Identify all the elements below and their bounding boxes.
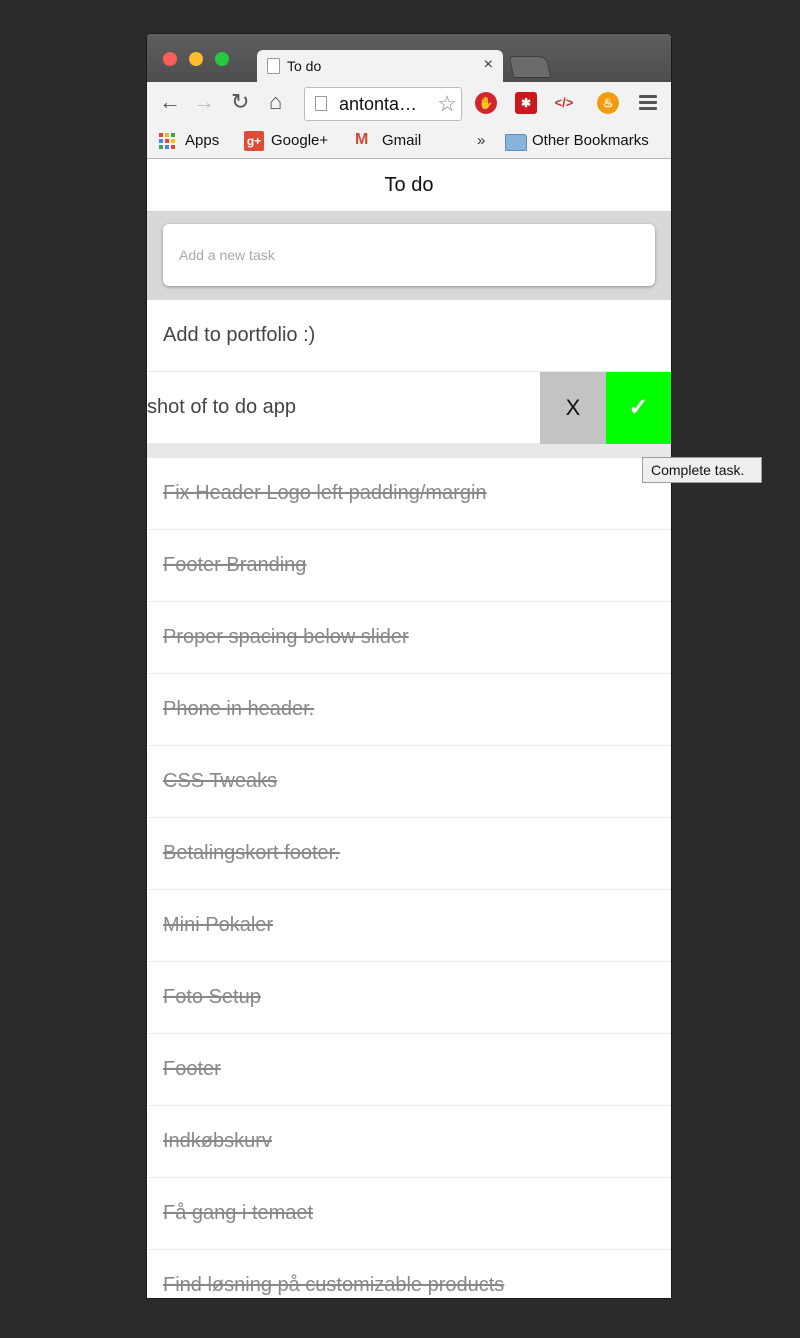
- task-item[interactable]: Add to portfolio :): [147, 300, 671, 372]
- completed-task-item[interactable]: Footer Branding: [147, 530, 671, 602]
- page-title: To do: [384, 174, 434, 196]
- task-label: shot of to do app: [147, 396, 297, 418]
- complete-task-button[interactable]: ✓: [606, 372, 671, 444]
- completed-task-label: Betalingskort footer.: [163, 842, 340, 864]
- browser-window: To do × ← → ↻ ⌂ antonta… ☆ ✋ ✱ </> ♨ App…: [147, 34, 671, 1298]
- bookmark-google-plus[interactable]: Google+: [271, 132, 328, 149]
- page-icon: [267, 58, 280, 74]
- completed-task-label: Foto Setup: [163, 986, 261, 1008]
- home-icon[interactable]: ⌂: [269, 90, 282, 114]
- browser-toolbar: ← → ↻ ⌂ antonta… ☆ ✋ ✱ </> ♨: [147, 82, 671, 124]
- google-plus-icon[interactable]: g+: [244, 131, 264, 151]
- bookmark-star-icon[interactable]: ☆: [437, 91, 457, 117]
- tooltip: Complete task.: [642, 457, 762, 483]
- completed-task-label: Phone in header.: [163, 698, 315, 720]
- completed-task-item[interactable]: CSS Tweaks: [147, 746, 671, 818]
- bookmark-gmail[interactable]: Gmail: [382, 132, 421, 149]
- completed-task-item[interactable]: Indkøbskurv: [147, 1106, 671, 1178]
- gmail-icon[interactable]: M: [355, 131, 368, 149]
- completed-task-item[interactable]: Phone in header.: [147, 674, 671, 746]
- task-item-swiped[interactable]: shot of to do app X ✓: [147, 372, 671, 444]
- address-text: antonta…: [339, 94, 418, 114]
- completed-task-item[interactable]: Få gang i temaet: [147, 1178, 671, 1250]
- app-header: To do: [147, 159, 671, 212]
- completed-task-label: Mini Pokaler: [163, 914, 274, 936]
- tab-close-icon[interactable]: ×: [484, 56, 493, 74]
- task-label: Add to portfolio :): [163, 324, 316, 346]
- more-bookmarks-chevron[interactable]: »: [477, 132, 485, 149]
- completed-task-label: Fix Header Logo left padding/margin: [163, 482, 487, 504]
- code-icon[interactable]: </>: [553, 92, 575, 114]
- lastpass-icon[interactable]: ✱: [515, 92, 537, 114]
- tab-todo[interactable]: To do ×: [257, 50, 503, 82]
- back-arrow-icon[interactable]: ←: [159, 90, 181, 114]
- completed-task-label: CSS Tweaks: [163, 770, 278, 792]
- bookmark-other[interactable]: Other Bookmarks: [532, 132, 649, 149]
- tab-title: To do: [287, 58, 322, 74]
- apps-grid-icon[interactable]: [159, 133, 176, 150]
- fire-extension-icon[interactable]: ♨: [597, 92, 619, 114]
- completed-task-item[interactable]: Footer: [147, 1034, 671, 1106]
- completed-task-item[interactable]: Betalingskort footer.: [147, 818, 671, 890]
- completed-task-item[interactable]: Foto Setup: [147, 962, 671, 1034]
- completed-task-label: Footer Branding: [163, 554, 307, 576]
- completed-task-item[interactable]: Find løsning på customizable products: [147, 1250, 671, 1298]
- section-divider: [147, 444, 671, 458]
- new-tab-button[interactable]: [508, 56, 552, 78]
- adblock-icon[interactable]: ✋: [475, 92, 497, 114]
- completed-task-label: Få gang i temaet: [163, 1202, 314, 1224]
- tab-bar: To do ×: [147, 34, 671, 82]
- completed-task-item[interactable]: Proper spacing below slider: [147, 602, 671, 674]
- folder-icon[interactable]: [505, 134, 527, 151]
- add-task-input[interactable]: [163, 224, 655, 286]
- completed-task-label: Find løsning på customizable products: [163, 1274, 505, 1296]
- completed-task-item[interactable]: Fix Header Logo left padding/margin: [147, 458, 671, 530]
- menu-icon[interactable]: [639, 95, 657, 113]
- reload-icon[interactable]: ↻: [231, 90, 249, 114]
- page-icon: [315, 96, 327, 111]
- zoom-window-button[interactable]: [215, 52, 229, 66]
- add-task-area: [147, 212, 671, 300]
- forward-arrow-icon[interactable]: →: [193, 90, 215, 114]
- address-bar[interactable]: antonta… ☆: [304, 87, 462, 121]
- bookmark-apps[interactable]: Apps: [185, 132, 219, 149]
- minimize-window-button[interactable]: [189, 52, 203, 66]
- completed-task-label: Footer: [163, 1058, 221, 1080]
- close-window-button[interactable]: [163, 52, 177, 66]
- delete-task-button[interactable]: X: [540, 372, 606, 444]
- completed-task-label: Indkøbskurv: [163, 1130, 272, 1152]
- completed-task-label: Proper spacing below slider: [163, 626, 409, 648]
- completed-task-item[interactable]: Mini Pokaler: [147, 890, 671, 962]
- bookmarks-bar: Apps g+ Google+ M Gmail » Other Bookmark…: [147, 124, 671, 159]
